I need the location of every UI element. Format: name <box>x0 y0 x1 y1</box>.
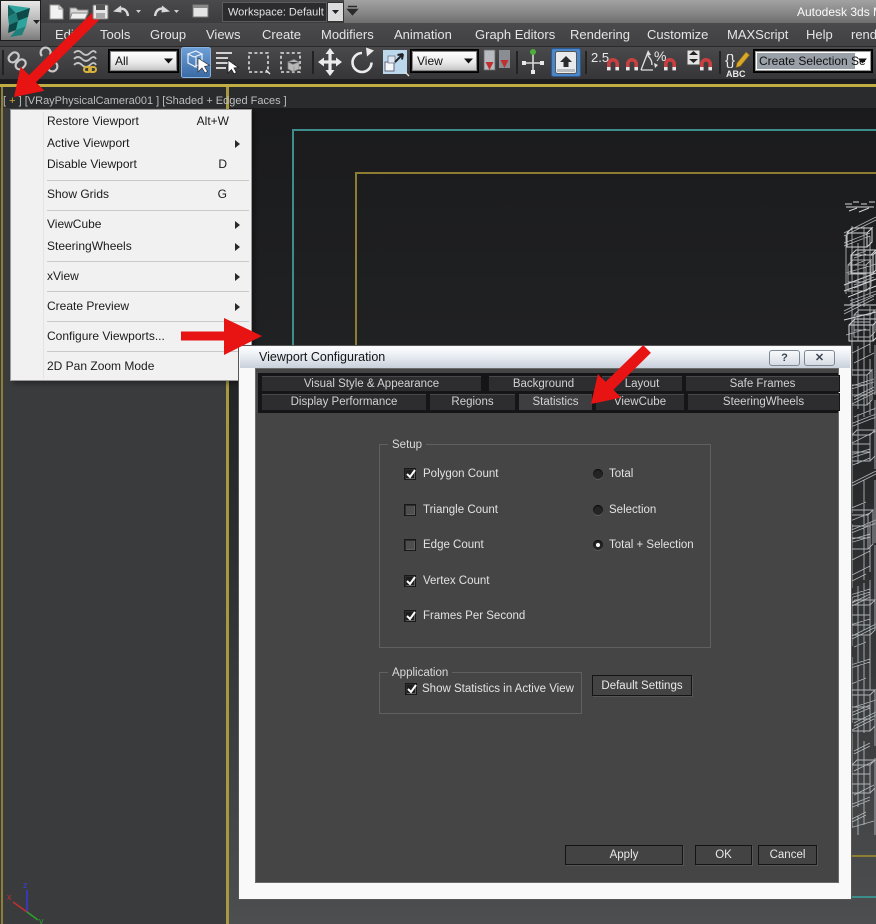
svg-text:{}: {} <box>725 52 735 69</box>
svg-text:y: y <box>39 916 44 924</box>
svg-text:2.5: 2.5 <box>591 50 609 65</box>
svg-text:All: All <box>115 54 128 68</box>
svg-text:ABC: ABC <box>726 69 746 79</box>
svg-text:Workspace: Default: Workspace: Default <box>228 7 324 19</box>
svg-text:x: x <box>7 892 12 902</box>
svg-text:Create Selection Se: Create Selection Se <box>759 54 866 68</box>
svg-text:z: z <box>23 880 28 890</box>
svg-text:View: View <box>417 54 443 68</box>
